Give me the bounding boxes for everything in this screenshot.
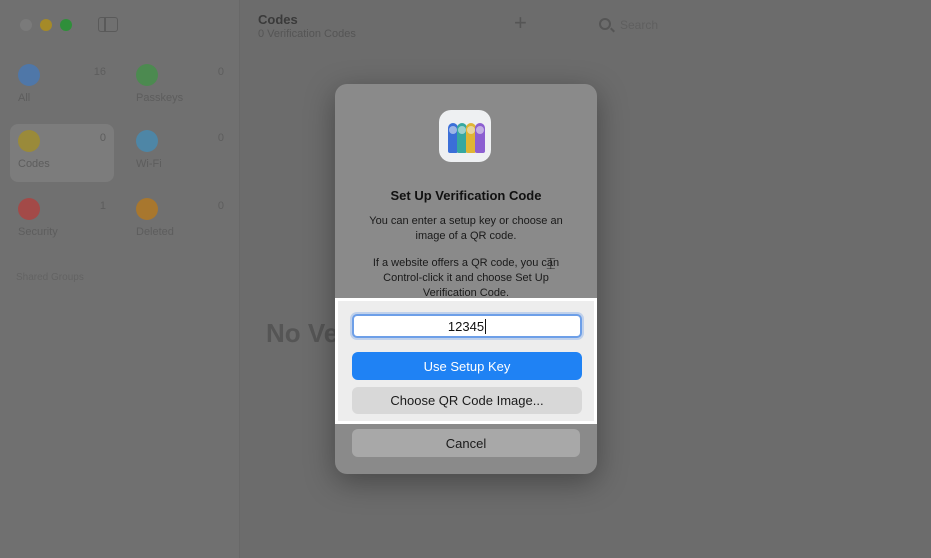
zoom-window-button[interactable] [60, 19, 72, 31]
empty-state-title: No Ve [266, 318, 336, 348]
cancel-button[interactable]: Cancel [352, 429, 580, 457]
setup-key-field[interactable]: 12345 [352, 314, 582, 338]
tile-label: Wi-Fi [136, 158, 162, 170]
dialog-description: You can enter a setup key or choose an i… [369, 215, 563, 242]
plus-icon[interactable]: + [514, 12, 527, 34]
sidebar: 16 All 0 Passkeys 0 Codes 0 Wi-Fi 1 Secu… [0, 0, 240, 558]
choose-qr-image-button[interactable]: Choose QR Code Image... [352, 387, 582, 414]
section-label: Shared Groups [16, 272, 84, 283]
tile-label: Passkeys [136, 92, 184, 104]
tile-label: Deleted [136, 226, 174, 238]
minimize-window-button[interactable] [40, 19, 52, 31]
person-icon [136, 64, 158, 86]
wifi-icon [136, 130, 158, 152]
tile-count: 0 [217, 66, 224, 78]
page-title: Codes [258, 12, 298, 27]
dialog-title: Set Up Verification Code [390, 188, 542, 203]
sidebar-tile-codes[interactable]: 0 Codes [10, 124, 114, 182]
lock-clock-icon [18, 130, 40, 152]
tile-label: All [18, 92, 31, 104]
tile-count: 0 [99, 132, 106, 144]
search-icon [599, 18, 611, 30]
tile-count: 1 [99, 200, 106, 212]
sidebar-tile-security[interactable]: 1 Security [10, 192, 114, 250]
sidebar-tile-all[interactable]: 16 All [10, 58, 114, 116]
highlighted-controls: 12345 Use Setup Key Choose QR Code Image… [335, 298, 597, 424]
dialog-hint: If a website offers a QR code, you can C… [372, 257, 560, 299]
tile-count: 16 [93, 66, 106, 78]
key-icon [18, 64, 40, 86]
sidebar-tile-wifi[interactable]: 0 Wi-Fi [128, 124, 232, 182]
key-icon [475, 123, 485, 153]
exclamation-icon [18, 198, 40, 220]
trash-icon [136, 198, 158, 220]
tile-count: 0 [217, 132, 224, 144]
passwords-app-icon [439, 110, 491, 162]
page-subtitle: 0 Verification Codes [258, 28, 356, 40]
search-input[interactable]: Search [620, 18, 658, 32]
setup-key-value: 12345 [447, 318, 485, 334]
tile-label: Security [18, 226, 58, 238]
text-caret [485, 318, 487, 334]
sidebar-toggle-icon[interactable] [98, 17, 118, 32]
sidebar-tile-passkeys[interactable]: 0 Passkeys [128, 58, 232, 116]
use-setup-key-button[interactable]: Use Setup Key [352, 352, 582, 380]
tile-label: Codes [18, 158, 50, 170]
close-window-button[interactable] [20, 19, 32, 31]
text-cursor-icon: ⌶ [546, 256, 556, 273]
sidebar-tile-deleted[interactable]: 0 Deleted [128, 192, 232, 250]
tile-count: 0 [217, 200, 224, 212]
